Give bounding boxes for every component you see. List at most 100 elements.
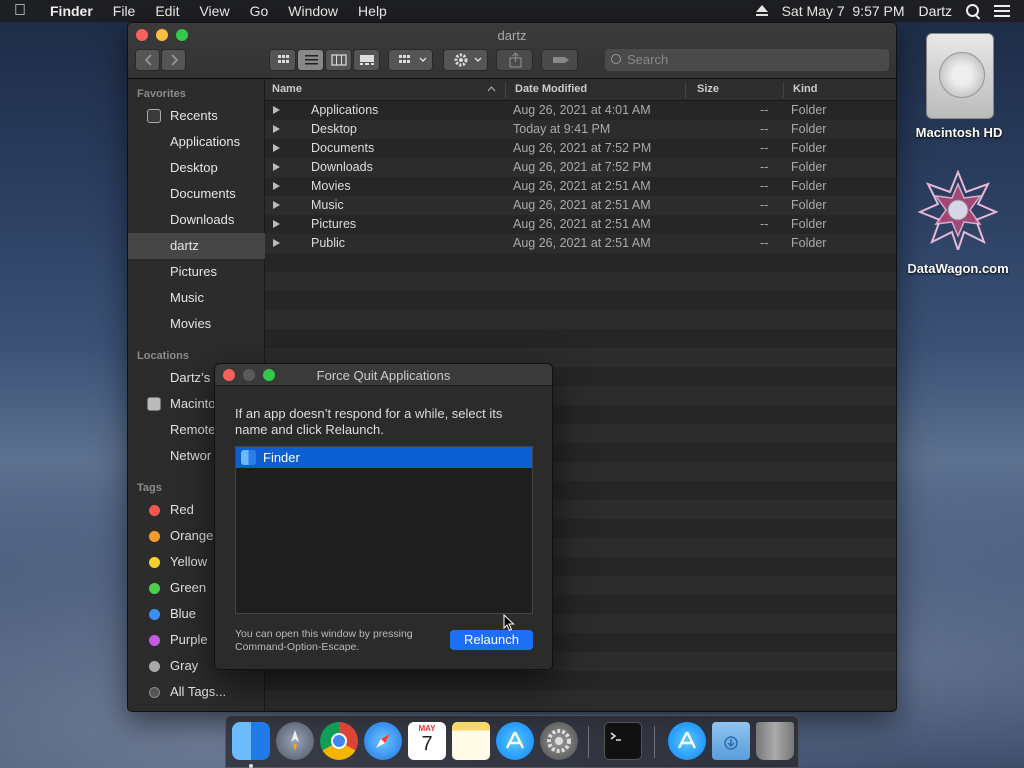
menu-clock[interactable]: Sat May 7 9:57 PM: [782, 3, 905, 19]
share-button[interactable]: [496, 49, 533, 71]
tag-dot-icon: [149, 583, 160, 594]
table-row[interactable]: Movies Aug 26, 2021 at 2:51 AM -- Folder: [265, 177, 896, 196]
sidebar-item-label: Remote: [170, 422, 216, 437]
network-icon: [147, 449, 161, 463]
system-preferences-icon[interactable]: [540, 722, 578, 760]
hard-drive-icon: [147, 397, 161, 411]
table-row[interactable]: Downloads Aug 26, 2021 at 7:52 PM -- Folder: [265, 158, 896, 177]
app-store-icon[interactable]: [496, 722, 534, 760]
file-size: --: [760, 122, 769, 136]
menu-view[interactable]: View: [189, 3, 239, 19]
menu-edit[interactable]: Edit: [145, 3, 189, 19]
group-by-button[interactable]: [388, 49, 433, 71]
datawagon-icon[interactable]: [918, 170, 998, 250]
sidebar-all-tags[interactable]: All Tags...: [128, 679, 265, 705]
gallery-view-button[interactable]: [353, 49, 380, 71]
sidebar-item-dartz[interactable]: dartz: [128, 233, 265, 259]
menu-file[interactable]: File: [103, 3, 146, 19]
app-store-icon[interactable]: [668, 722, 706, 760]
sidebar-item-music[interactable]: Music: [128, 285, 265, 311]
notes-icon[interactable]: [452, 722, 490, 760]
finder-icon[interactable]: [232, 722, 270, 760]
launchpad-icon[interactable]: [276, 722, 314, 760]
datawagon-label[interactable]: DataWagon.com: [898, 261, 1018, 276]
force-quit-hint: You can open this window by pressing Com…: [235, 628, 445, 654]
file-kind: Folder: [791, 141, 827, 155]
trash-icon[interactable]: [756, 722, 794, 760]
disclosure-triangle-icon[interactable]: [273, 239, 280, 247]
file-date: Aug 26, 2021 at 2:51 AM: [513, 217, 651, 231]
disclosure-triangle-icon[interactable]: [273, 163, 280, 171]
table-row[interactable]: Pictures Aug 26, 2021 at 2:51 AM -- Folder: [265, 215, 896, 234]
sidebar-item-movies[interactable]: Movies: [128, 311, 265, 337]
sidebar-item-applications[interactable]: Applications: [128, 129, 265, 155]
file-kind: Folder: [791, 236, 827, 250]
menu-go[interactable]: Go: [240, 3, 279, 19]
chevron-left-icon: [144, 54, 152, 66]
column-size[interactable]: Size: [697, 83, 719, 95]
macintosh-hd-icon[interactable]: [926, 33, 994, 119]
sidebar-item-label: Yellow: [170, 554, 208, 569]
sidebar-item-label: Pictures: [170, 264, 217, 279]
file-name: Desktop: [311, 122, 357, 136]
column-view-button[interactable]: [325, 49, 352, 71]
mouse-cursor-icon: [503, 614, 515, 632]
sidebar-item-documents[interactable]: Documents: [128, 181, 265, 207]
apple-menu-icon[interactable]: : [0, 2, 40, 20]
spotlight-search-icon[interactable]: [966, 4, 980, 18]
table-row[interactable]: Public Aug 26, 2021 at 2:51 AM -- Folder: [265, 234, 896, 253]
macintosh-hd-label[interactable]: Macintosh HD: [900, 125, 1018, 140]
eject-icon[interactable]: [755, 5, 768, 17]
downloads-folder-icon[interactable]: [712, 722, 750, 760]
back-button[interactable]: [135, 49, 160, 71]
disclosure-triangle-icon[interactable]: [273, 144, 280, 152]
table-row[interactable]: Documents Aug 26, 2021 at 7:52 PM -- Folder: [265, 139, 896, 158]
group-grid-icon: [399, 55, 427, 63]
app-list[interactable]: Finder: [235, 446, 533, 614]
sidebar-item-label: Dartz’s: [170, 370, 211, 385]
menu-user[interactable]: Dartz: [919, 3, 952, 19]
file-size: --: [760, 141, 769, 155]
app-name: Finder: [263, 450, 300, 465]
file-kind: Folder: [791, 103, 827, 117]
file-date: Aug 26, 2021 at 2:51 AM: [513, 179, 651, 193]
disclosure-triangle-icon[interactable]: [273, 201, 280, 209]
disclosure-triangle-icon[interactable]: [273, 106, 280, 114]
sidebar-item-downloads[interactable]: Downloads: [128, 207, 265, 233]
forward-button[interactable]: [161, 49, 186, 71]
search-input[interactable]: Search: [605, 49, 889, 71]
list-view-button[interactable]: [297, 49, 324, 71]
sidebar-item-desktop[interactable]: Desktop: [128, 155, 265, 181]
relaunch-button[interactable]: Relaunch: [450, 630, 533, 650]
menu-help[interactable]: Help: [348, 3, 397, 19]
notification-center-icon[interactable]: [994, 5, 1010, 17]
file-size: --: [760, 160, 769, 174]
calendar-icon[interactable]: MAY 7: [408, 722, 446, 760]
column-date-modified[interactable]: Date Modified: [515, 83, 587, 95]
disclosure-triangle-icon[interactable]: [273, 220, 280, 228]
edit-tags-button[interactable]: [541, 49, 578, 71]
chevron-right-icon: [171, 54, 179, 66]
column-name[interactable]: Name: [272, 83, 302, 95]
icon-view-button[interactable]: [269, 49, 296, 71]
app-list-item-finder[interactable]: Finder: [236, 447, 532, 468]
file-date: Aug 26, 2021 at 4:01 AM: [513, 103, 651, 117]
file-name: Downloads: [311, 160, 373, 174]
disclosure-triangle-icon[interactable]: [273, 182, 280, 190]
disclosure-triangle-icon[interactable]: [273, 125, 280, 133]
sidebar-item-pictures[interactable]: Pictures: [128, 259, 265, 285]
action-menu-button[interactable]: [443, 49, 488, 71]
chrome-icon[interactable]: [320, 722, 358, 760]
terminal-icon[interactable]: [604, 722, 642, 760]
all-tags-icon: [149, 687, 160, 698]
menu-app-name[interactable]: Finder: [40, 3, 103, 19]
menu-window[interactable]: Window: [278, 3, 348, 19]
file-date: Aug 26, 2021 at 7:52 PM: [513, 141, 652, 155]
sidebar-item-recents[interactable]: Recents: [128, 103, 265, 129]
table-row[interactable]: Applications Aug 26, 2021 at 4:01 AM -- Fol…: [265, 101, 896, 120]
music-icon: [147, 291, 161, 305]
column-kind[interactable]: Kind: [793, 83, 817, 95]
table-row[interactable]: Music Aug 26, 2021 at 2:51 AM -- Folder: [265, 196, 896, 215]
safari-icon[interactable]: [364, 722, 402, 760]
table-row[interactable]: Desktop Today at 9:41 PM -- Folder: [265, 120, 896, 139]
